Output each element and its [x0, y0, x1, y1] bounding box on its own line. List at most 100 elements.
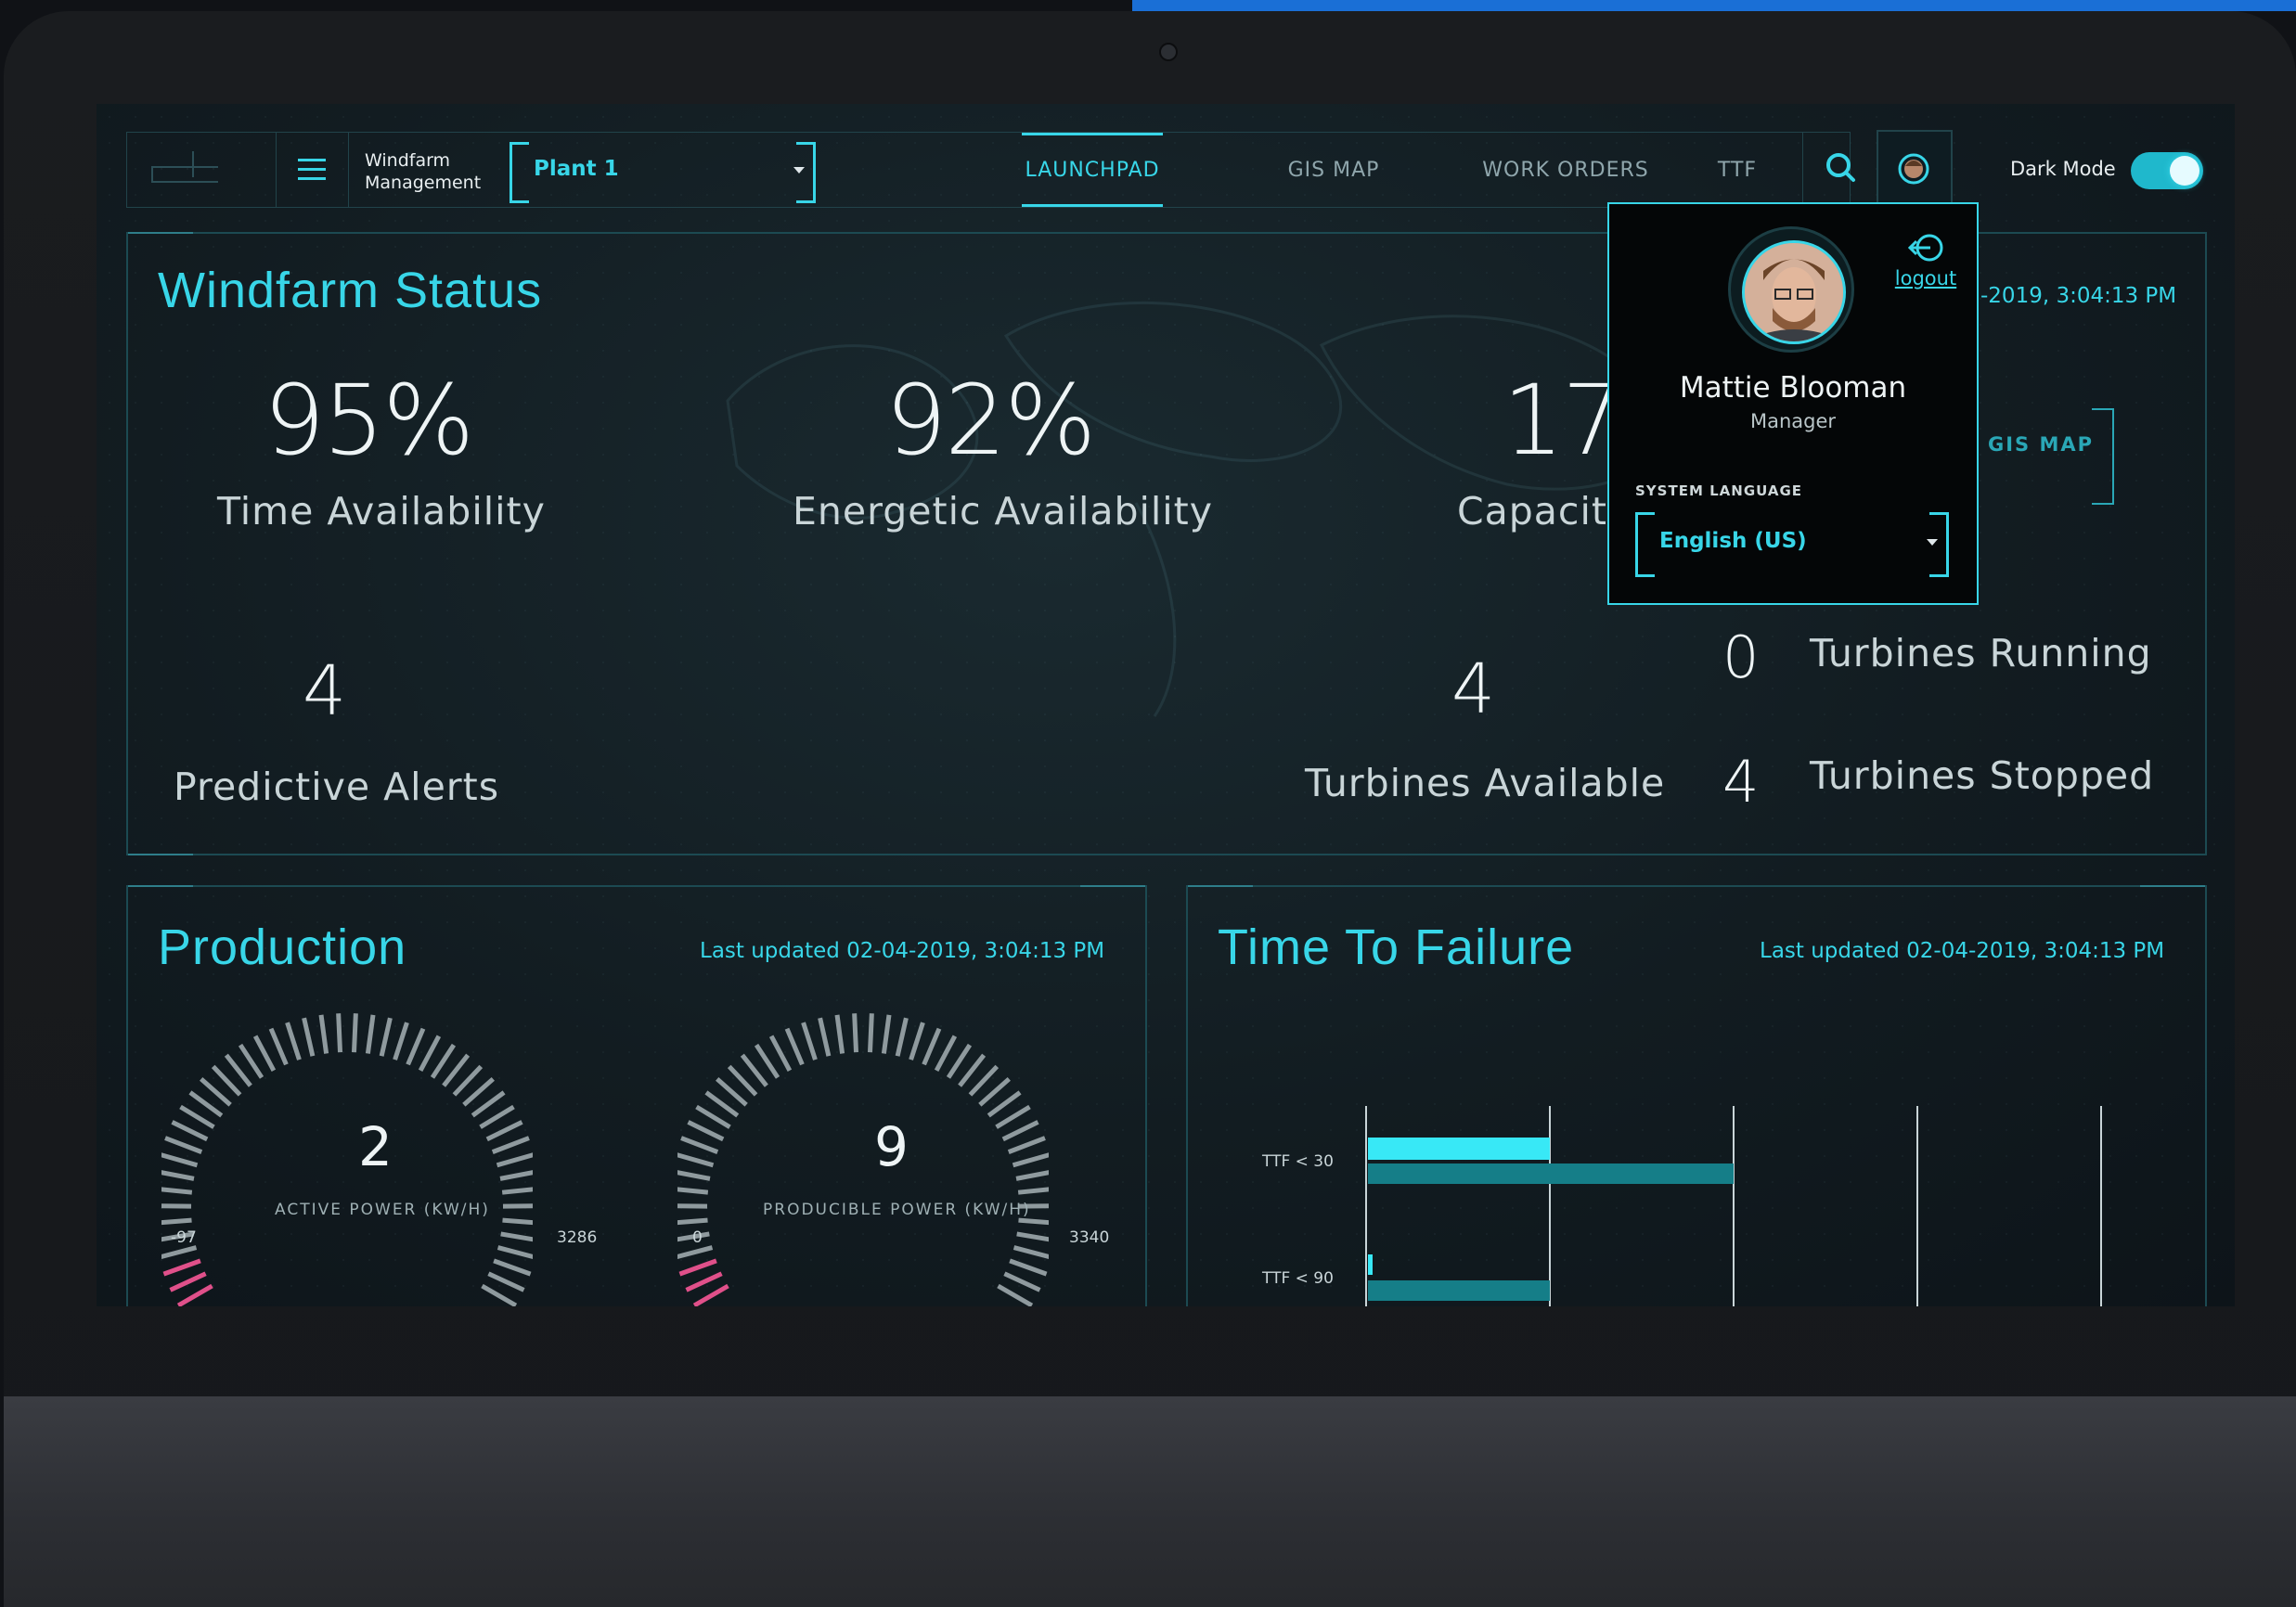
- gauge-tick: [176, 1283, 213, 1306]
- gauge-tick: [852, 1013, 859, 1053]
- gis-map-bracket: [2092, 408, 2114, 505]
- gauge-tick: [995, 1104, 1031, 1129]
- gauge-tick: [687, 1120, 725, 1142]
- gauge-tick: [365, 1014, 376, 1054]
- panel-accent: [2140, 885, 2205, 887]
- user-name: Mattie Blooman: [1679, 371, 1907, 405]
- user-menu-dropdown: logout Mattie Blooman Manager SYSTEM LAN…: [1607, 202, 1979, 605]
- gauge-tick: [818, 1017, 832, 1057]
- gauge-tick: [867, 1013, 874, 1053]
- gauge-tick: [754, 1043, 780, 1079]
- turbines-stopped-label: Turbines Stopped: [1810, 753, 2155, 798]
- camera-icon: [1159, 43, 1178, 61]
- gauge-tick: [285, 1022, 302, 1061]
- panel-accent: [128, 232, 193, 234]
- language-select[interactable]: English (US): [1635, 512, 1949, 577]
- gauge-tick: [680, 1136, 719, 1154]
- user-role: Manager: [1749, 410, 1837, 432]
- gauge-tick: [336, 1013, 343, 1053]
- producible-power-min: 0: [692, 1228, 703, 1247]
- gauge-tick: [493, 1258, 532, 1277]
- predictive-alerts-value: 4: [303, 651, 347, 731]
- logout-label: logout: [1894, 267, 1957, 289]
- gauge-tick: [1003, 1271, 1041, 1292]
- system-language-label: SYSTEM LANGUAGE: [1635, 482, 1803, 499]
- gauge-tick: [1007, 1136, 1046, 1154]
- gauge-tick: [502, 1217, 533, 1226]
- gauge-tick: [677, 1152, 715, 1168]
- turbines-running-label: Turbines Running: [1810, 631, 2152, 675]
- brand-logo: [127, 133, 277, 207]
- logout-icon: [1907, 234, 1943, 262]
- gauge-tick: [934, 1035, 958, 1072]
- gauge-tick: [318, 1014, 329, 1054]
- search-button[interactable]: [1802, 132, 1877, 206]
- hamburger-icon-line: [298, 177, 326, 180]
- ttf-bar-secondary: [1368, 1163, 1734, 1184]
- gauge-tick: [497, 1245, 533, 1259]
- gauge-tick: [161, 1217, 192, 1226]
- tab-ttf[interactable]: TTF: [1705, 133, 1770, 207]
- gauge-tick: [801, 1022, 818, 1061]
- logout-button[interactable]: logout: [1893, 232, 1958, 289]
- top-nav-bar: Windfarm Management Plant 1 LAUNCHPAD GI…: [126, 132, 1851, 208]
- ttf-bar-primary: [1368, 1254, 1373, 1275]
- gauge-tick: [677, 1245, 714, 1259]
- gauge-tick: [500, 1231, 533, 1242]
- tab-work-orders[interactable]: WORK ORDERS: [1464, 133, 1668, 207]
- ttf-title: Time To Failure: [1218, 919, 1575, 975]
- gis-map-link[interactable]: GIS MAP: [1988, 433, 2094, 456]
- hamburger-icon-line: [298, 168, 326, 171]
- person-icon: [1745, 243, 1843, 341]
- gauge-tick: [161, 1245, 198, 1259]
- gauge-tick: [1018, 1217, 1049, 1226]
- tab-launchpad[interactable]: LAUNCHPAD: [1022, 133, 1163, 207]
- chevron-down-icon: [793, 167, 805, 174]
- gauge-tick: [418, 1035, 442, 1072]
- gauge-tick: [784, 1027, 805, 1066]
- hamburger-icon: [298, 159, 326, 161]
- ttf-row-label: TTF < 30: [1262, 1152, 1334, 1171]
- gauge-tick: [351, 1013, 358, 1053]
- gauge-tick: [479, 1104, 515, 1129]
- gauge-tick: [162, 1258, 201, 1277]
- gauge-tick: [895, 1017, 909, 1057]
- gauge-tick: [485, 1120, 523, 1142]
- dark-mode-toggle[interactable]: [2131, 152, 2203, 189]
- tab-gis-map[interactable]: GIS MAP: [1278, 133, 1389, 207]
- gauge-tick: [496, 1152, 533, 1168]
- gauge-tick: [171, 1120, 209, 1142]
- producible-power-label: PRODUCIBLE POWER (KW/H): [763, 1201, 1031, 1219]
- gauge-tick: [1001, 1120, 1039, 1142]
- energetic-availability-value: 92%: [885, 364, 1096, 477]
- avatar-icon: [1898, 153, 1929, 185]
- time-availability-label: Time Availability: [217, 489, 546, 534]
- plant-select[interactable]: Plant 1: [510, 142, 816, 203]
- plant-select-value: Plant 1: [534, 157, 619, 181]
- production-title: Production: [158, 919, 407, 975]
- gauge-tick: [881, 1014, 892, 1054]
- gauge-tick: [379, 1017, 393, 1057]
- gauge-tick: [1016, 1231, 1049, 1242]
- gauge-tick: [164, 1136, 203, 1154]
- gauge-tick: [487, 1271, 525, 1292]
- gauge-tick: [430, 1043, 457, 1079]
- menu-button[interactable]: [276, 133, 349, 207]
- gauge-tick: [481, 1283, 518, 1306]
- user-avatar-button[interactable]: [1877, 130, 1953, 208]
- producible-power-value: 9: [874, 1115, 909, 1178]
- predictive-alerts-label: Predictive Alerts: [174, 765, 500, 809]
- panel-accent: [1188, 885, 1253, 887]
- chevron-down-icon: [1927, 539, 1938, 546]
- gauge-tick: [302, 1017, 316, 1057]
- gauge-tick: [946, 1043, 973, 1079]
- active-power-min: -97: [171, 1228, 197, 1247]
- ttf-bar-primary: [1368, 1138, 1550, 1160]
- time-availability-value: 95%: [264, 364, 474, 477]
- gauge-tick: [677, 1170, 711, 1181]
- gauge-tick: [768, 1035, 793, 1072]
- producible-power-gauge: [677, 1013, 1049, 1306]
- search-icon: [1826, 153, 1855, 182]
- monitor-chin: [4, 1396, 2296, 1607]
- toggle-knob: [2170, 156, 2199, 186]
